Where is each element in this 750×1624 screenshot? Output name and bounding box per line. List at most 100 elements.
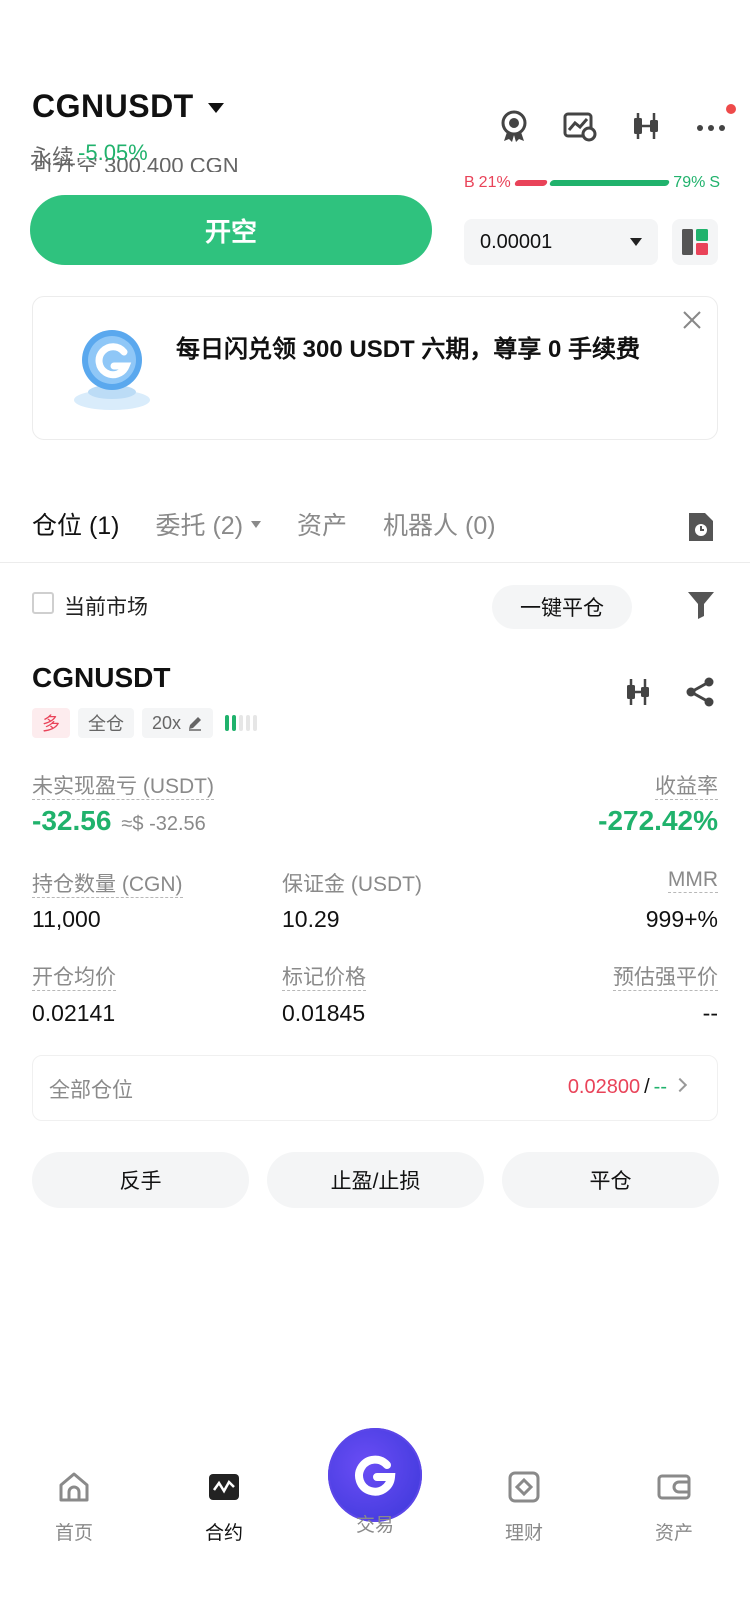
- position-tags: 多 全仓 20x: [32, 708, 258, 738]
- all-positions-tpsl-row[interactable]: 全部仓位 0.02800 / --: [32, 1055, 718, 1121]
- entry-price-value: 0.02141: [32, 1000, 116, 1026]
- price-precision-select[interactable]: 0.00001: [464, 219, 658, 265]
- position-symbol: CGNUSDT: [32, 662, 171, 693]
- header-toolbar: [496, 104, 736, 144]
- tp-sl-button[interactable]: 止盈/止损: [267, 1152, 484, 1208]
- tabs-divider: [0, 562, 750, 563]
- tab-assets-label: 资产: [297, 512, 348, 540]
- nav-trade[interactable]: 交易: [315, 1510, 435, 1537]
- nav-earn[interactable]: 理财: [464, 1470, 584, 1545]
- caret-down-icon: [630, 238, 642, 246]
- position-tabs: 仓位 (1) 委托 (2) 资产 机器人 (0): [32, 506, 496, 542]
- adl-indicator: [225, 715, 258, 731]
- open-short-button[interactable]: 开空: [30, 195, 432, 265]
- close-icon[interactable]: [682, 310, 702, 330]
- price-precision-value: 0.00001: [480, 230, 553, 253]
- all-positions-values: 0.02800 / --: [568, 1076, 667, 1099]
- buy-label: B: [464, 174, 475, 191]
- more-icon[interactable]: [694, 104, 736, 144]
- position-card-actions: [622, 676, 716, 713]
- home-icon: [59, 1472, 89, 1502]
- close-all-button[interactable]: 一键平仓: [492, 585, 632, 629]
- leverage-tag[interactable]: 20x: [142, 708, 214, 738]
- reverse-button[interactable]: 反手: [32, 1152, 249, 1208]
- tab-orders-label: 委托 (2): [155, 512, 244, 540]
- buy-pct: 21%: [478, 174, 511, 191]
- margin-value: 10.29: [282, 906, 340, 932]
- symbol-selector[interactable]: CGNUSDT: [32, 88, 224, 125]
- market-subline: 永续 -5.05%: [30, 140, 148, 172]
- close-position-button[interactable]: 平仓: [502, 1152, 719, 1208]
- tp-price: 0.02800: [567, 1076, 641, 1098]
- sell-ratio-fill: [549, 180, 671, 186]
- size-label[interactable]: 持仓数量 (CGN): [32, 868, 183, 898]
- bottom-nav: 首页 合约 交易 理财 资产: [0, 1470, 750, 1570]
- tp-sl-separator: /: [644, 1076, 650, 1098]
- ratio-bar: [513, 180, 671, 186]
- liq-price-value: --: [702, 1000, 718, 1026]
- unrealized-pnl-value: -32.56: [32, 805, 112, 836]
- roe-label[interactable]: 收益率: [655, 770, 718, 800]
- earn-icon: [508, 1471, 540, 1503]
- caret-down-icon: [251, 520, 262, 528]
- buy-sell-ratio: B 21% 79% S: [464, 174, 720, 192]
- unrealized-pnl-usd: ≈$ -32.56: [121, 813, 206, 835]
- current-market-checkbox[interactable]: [32, 592, 54, 614]
- size-value: 11,000: [32, 906, 101, 932]
- tab-orders[interactable]: 委托 (2): [156, 506, 262, 542]
- tab-positions-label: 仓位 (1): [32, 512, 120, 540]
- price-change: -5.05%: [78, 140, 148, 165]
- entry-price-label[interactable]: 开仓均价: [32, 961, 116, 991]
- wallet-icon: [657, 1474, 691, 1500]
- promo-text: 每日闪兑领 300 USDT 六期，尊享 0 手续费: [176, 336, 641, 363]
- candlestick-icon[interactable]: [628, 108, 664, 144]
- chevron-right-icon: [672, 1077, 688, 1093]
- layout-icon: [682, 229, 708, 255]
- unrealized-pnl: -32.56 ≈$ -32.56: [32, 805, 206, 837]
- nav-assets[interactable]: 资产: [614, 1470, 734, 1545]
- orderbook-layout-button[interactable]: [672, 219, 718, 265]
- sl-price: --: [653, 1076, 667, 1098]
- mmr-value: 999+%: [645, 906, 718, 932]
- unrealized-pnl-label[interactable]: 未实现盈亏 (USDT): [32, 770, 214, 800]
- position-actions: 反手 止盈/止损 平仓: [32, 1152, 719, 1208]
- nav-futures-label: 合约: [204, 1523, 243, 1544]
- notification-dot: [726, 104, 736, 114]
- current-market-label[interactable]: 当前市场: [64, 591, 148, 621]
- nav-assets-label: 资产: [654, 1523, 693, 1544]
- candlestick-icon[interactable]: [622, 676, 654, 713]
- filter-row: 当前市场 一键平仓: [32, 585, 718, 635]
- chevron-down-icon: [207, 102, 224, 113]
- promo-coin-icon: [64, 318, 154, 414]
- nav-home-label: 首页: [54, 1523, 93, 1544]
- mmr-label[interactable]: MMR: [667, 868, 718, 893]
- margin-label: 保证金 (USDT): [282, 873, 422, 896]
- roe-value: -272.42%: [598, 805, 718, 836]
- tab-positions[interactable]: 仓位 (1): [32, 506, 120, 542]
- tab-bots[interactable]: 机器人 (0): [383, 506, 496, 542]
- nav-home[interactable]: 首页: [14, 1470, 134, 1545]
- all-positions-label: 全部仓位: [49, 1079, 133, 1102]
- history-icon[interactable]: [686, 510, 716, 544]
- market-type: 永续: [30, 145, 75, 170]
- nav-futures[interactable]: 合约: [164, 1470, 284, 1545]
- sell-pct: 79%: [673, 174, 706, 191]
- sell-label: S: [709, 174, 720, 191]
- mark-price-value: 0.01845: [282, 1000, 366, 1026]
- mark-price-label[interactable]: 标记价格: [282, 961, 366, 991]
- futures-icon: [209, 1474, 239, 1500]
- tab-bots-label: 机器人 (0): [383, 512, 496, 540]
- edit-icon: [189, 717, 202, 731]
- nav-earn-label: 理财: [504, 1523, 543, 1544]
- symbol-title: CGNUSDT: [32, 88, 194, 124]
- award-icon[interactable]: [496, 108, 532, 144]
- liq-price-label[interactable]: 预估强平价: [613, 961, 718, 991]
- share-icon[interactable]: [684, 676, 716, 713]
- buy-ratio-fill: [513, 180, 548, 186]
- chart-settings-icon[interactable]: [562, 108, 598, 144]
- side-tag: 多: [32, 708, 70, 738]
- margin-mode-tag: 全仓: [78, 708, 134, 738]
- tab-assets[interactable]: 资产: [297, 506, 347, 542]
- leverage-value: 20x: [152, 712, 182, 733]
- filter-icon[interactable]: [686, 589, 716, 621]
